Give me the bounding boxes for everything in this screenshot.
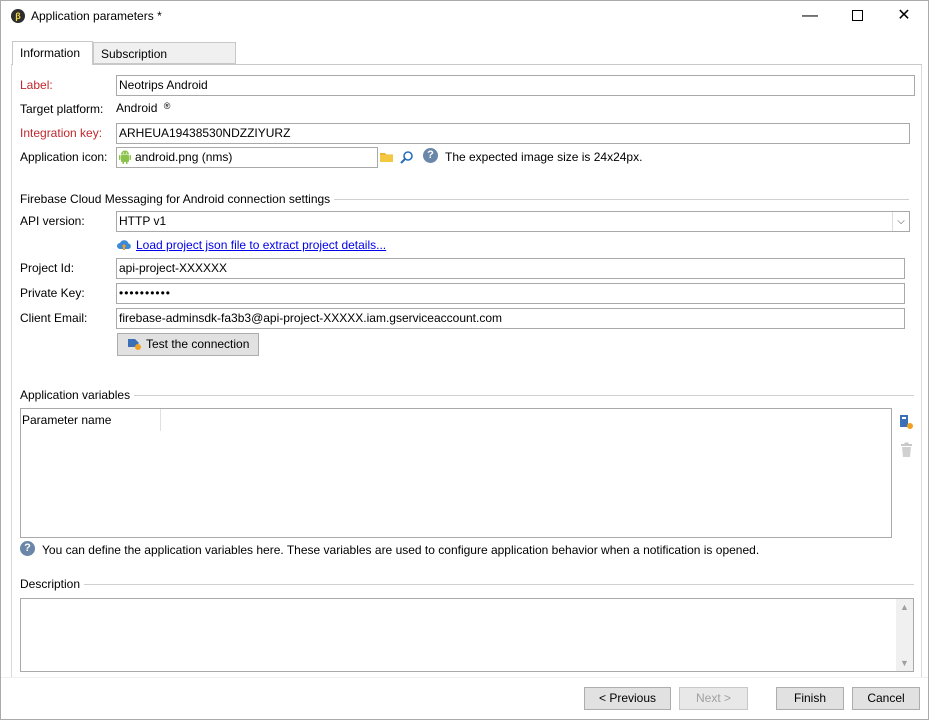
app-variables-table[interactable]: Parameter name [20, 408, 892, 538]
integration-key-label: Integration key: [20, 126, 103, 140]
minimize-button[interactable]: — [787, 1, 833, 31]
search-icon[interactable] [399, 150, 415, 165]
delete-icon[interactable] [899, 442, 914, 458]
chevron-down-icon[interactable]: ⌵ [892, 212, 909, 231]
close-button[interactable]: ✕ [881, 1, 927, 31]
label-field-label: Label: [20, 78, 53, 92]
description-scrollbar[interactable]: ▲ ▼ [896, 599, 913, 671]
test-connection-button[interactable]: Test the connection [117, 333, 259, 356]
app-variables-hint: You can define the application variables… [42, 543, 760, 557]
finish-button[interactable]: Finish [776, 687, 844, 710]
next-button[interactable]: Next > [679, 687, 748, 710]
connection-test-icon [128, 339, 141, 350]
application-icon-input[interactable]: android.png (nms) [116, 147, 378, 168]
add-variable-icon[interactable] [898, 413, 914, 430]
target-platform-label: Target platform: [20, 102, 104, 116]
project-id-label: Project Id: [20, 261, 75, 275]
image-size-hint: The expected image size is 24x24px. [445, 150, 643, 164]
target-platform-text: Android [116, 101, 158, 115]
client-email-label: Client Email: [20, 311, 88, 325]
project-id-input[interactable]: api-project-XXXXXX [116, 258, 905, 279]
test-connection-label: Test the connection [146, 337, 250, 351]
application-icon-label: Application icon: [20, 150, 108, 164]
help-icon: ? [20, 541, 35, 556]
firebase-section-title: Firebase Cloud Messaging for Android con… [20, 192, 335, 206]
cloud-upload-icon [117, 240, 131, 250]
description-textarea[interactable]: ▲ ▼ [20, 598, 914, 672]
scroll-down-icon[interactable]: ▼ [896, 655, 913, 671]
platform-marker-icon: ® [163, 101, 171, 111]
help-icon: ? [423, 148, 438, 163]
scroll-up-icon[interactable]: ▲ [896, 599, 913, 615]
footer-divider [1, 677, 928, 678]
integration-key-input[interactable]: ARHEUA19438530NDZZIYURZ [116, 123, 910, 144]
cancel-button[interactable]: Cancel [852, 687, 920, 710]
maximize-icon [851, 10, 863, 22]
label-input[interactable]: Neotrips Android [116, 75, 915, 96]
tab-information[interactable]: Information [12, 41, 93, 65]
title-bar: β Application parameters * — ✕ [1, 1, 928, 31]
android-icon [119, 150, 131, 164]
description-divider [20, 584, 914, 585]
parameter-name-column-header[interactable]: Parameter name [21, 409, 161, 431]
previous-button[interactable]: < Previous [584, 687, 671, 710]
app-variables-title: Application variables [20, 388, 135, 402]
app-logo-icon: β [11, 9, 25, 23]
target-platform-value: Android ® [116, 101, 170, 115]
private-key-input[interactable]: •••••••••• [116, 283, 905, 304]
window-title: Application parameters * [31, 9, 162, 23]
tab-subscription-parameters[interactable]: Subscription parameters [93, 42, 236, 83]
client-email-input[interactable]: firebase-adminsdk-fa3b3@api-project-XXXX… [116, 308, 905, 329]
application-parameters-window: β Application parameters * — ✕ Informati… [0, 0, 929, 720]
load-project-json-link[interactable]: Load project json file to extract projec… [136, 238, 386, 252]
folder-icon[interactable] [379, 150, 395, 164]
maximize-button[interactable] [834, 1, 880, 31]
api-version-select[interactable]: HTTP v1 ⌵ [116, 211, 910, 232]
description-title: Description [20, 577, 85, 591]
api-version-value: HTTP v1 [119, 214, 167, 228]
application-icon-filename: android.png (nms) [135, 150, 233, 164]
api-version-label: API version: [20, 214, 85, 228]
private-key-label: Private Key: [20, 286, 85, 300]
app-variables-divider [20, 395, 914, 396]
